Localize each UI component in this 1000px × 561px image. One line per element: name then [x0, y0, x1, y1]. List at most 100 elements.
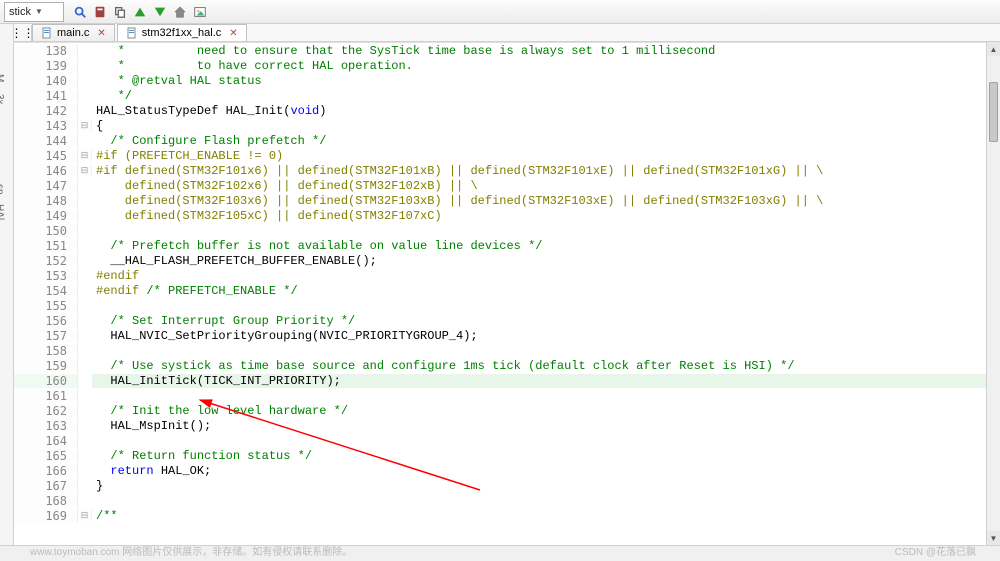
line-number: 161 [14, 389, 78, 403]
fold-marker[interactable]: ⊟ [78, 150, 92, 161]
toolbar: stick ▼ [0, 0, 1000, 24]
line-number: 152 [14, 254, 78, 268]
side-label-1: 3x [0, 94, 5, 105]
line-number: 163 [14, 419, 78, 433]
tab-main-c[interactable]: main.c ✕ [32, 24, 115, 41]
search-value: stick [9, 6, 31, 18]
code-line[interactable]: 151 /* Prefetch buffer is not available … [14, 238, 986, 253]
line-number: 138 [14, 44, 78, 58]
close-icon[interactable]: ✕ [97, 28, 105, 39]
code-line[interactable]: 165 /* Return function status */ [14, 448, 986, 463]
vertical-scrollbar[interactable]: ▲ ▼ [986, 42, 1000, 545]
code-line[interactable]: 146⊟#if defined(STM32F101x6) || defined(… [14, 163, 986, 178]
code-text: return HAL_OK; [92, 464, 986, 478]
code-text: #endif [92, 269, 986, 283]
code-text: /* Set Interrupt Group Priority */ [92, 314, 986, 328]
code-line[interactable]: 141 */ [14, 88, 986, 103]
watermark-text: www.toymoban.com 网络图片仅供展示，非存储。如有侵权请联系删除。 [30, 543, 352, 558]
code-text: HAL_StatusTypeDef HAL_Init(void) [92, 104, 986, 118]
copy-icon[interactable] [111, 3, 129, 21]
line-number: 162 [14, 404, 78, 418]
code-line[interactable]: 166 return HAL_OK; [14, 463, 986, 478]
code-line[interactable]: 157 HAL_NVIC_SetPriorityGrouping(NVIC_PR… [14, 328, 986, 343]
code-text: /* Prefetch buffer is not available on v… [92, 239, 986, 253]
side-label-0: M [0, 74, 5, 82]
chevron-down-icon: ▼ [35, 7, 43, 16]
code-editor[interactable]: 138 * need to ensure that the SysTick ti… [14, 42, 986, 545]
code-line[interactable]: 158 [14, 343, 986, 358]
code-line[interactable]: 145⊟#if (PREFETCH_ENABLE != 0) [14, 148, 986, 163]
code-line[interactable]: 138 * need to ensure that the SysTick ti… [14, 43, 986, 58]
code-line[interactable]: 164 [14, 433, 986, 448]
picture-icon[interactable] [191, 3, 209, 21]
code-line[interactable]: 149 defined(STM32F105xC) || defined(STM3… [14, 208, 986, 223]
line-number: 169 [14, 509, 78, 523]
code-line[interactable]: 153 #endif [14, 268, 986, 283]
code-text: defined(STM32F105xC) || defined(STM32F10… [92, 209, 986, 223]
line-number: 147 [14, 179, 78, 193]
line-number: 168 [14, 494, 78, 508]
file-tabs: ⋮⋮ main.c✕stm32f1xx_hal.c✕ [14, 24, 1000, 42]
prev-diff-icon[interactable] [131, 3, 149, 21]
code-line[interactable]: 156 /* Set Interrupt Group Priority */ [14, 313, 986, 328]
code-line[interactable]: 147 defined(STM32F102x6) || defined(STM3… [14, 178, 986, 193]
code-text: /* Configure Flash prefetch */ [92, 134, 986, 148]
code-text: } [92, 479, 986, 493]
line-number: 144 [14, 134, 78, 148]
close-icon[interactable]: ✕ [229, 28, 237, 39]
code-line[interactable]: 163 HAL_MspInit(); [14, 418, 986, 433]
code-line[interactable]: 152 __HAL_FLASH_PREFETCH_BUFFER_ENABLE()… [14, 253, 986, 268]
fold-marker[interactable]: ⊟ [78, 510, 92, 521]
code-line[interactable]: 169⊟/** [14, 508, 986, 523]
code-line[interactable]: 143⊟{ [14, 118, 986, 133]
code-text: __HAL_FLASH_PREFETCH_BUFFER_ENABLE(); [92, 254, 986, 268]
line-number: 146 [14, 164, 78, 178]
line-number: 159 [14, 359, 78, 373]
line-number: 165 [14, 449, 78, 463]
left-sidebar: M 3x sp HAl [0, 24, 14, 545]
code-line[interactable]: 142HAL_StatusTypeDef HAL_Init(void) [14, 103, 986, 118]
code-line[interactable]: 159 /* Use systick as time base source a… [14, 358, 986, 373]
code-line[interactable]: 155 [14, 298, 986, 313]
line-number: 164 [14, 434, 78, 448]
code-line[interactable]: 161 [14, 388, 986, 403]
fold-marker[interactable]: ⊟ [78, 165, 92, 176]
code-line[interactable]: 167} [14, 478, 986, 493]
home-icon[interactable] [171, 3, 189, 21]
code-line[interactable]: 162 /* Init the low level hardware */ [14, 403, 986, 418]
side-label-3: HAl [0, 204, 5, 220]
code-line[interactable]: 139 * to have correct HAL operation. [14, 58, 986, 73]
tab-stm32f1xx_hal-c[interactable]: stm32f1xx_hal.c✕ [117, 24, 247, 41]
line-number: 167 [14, 479, 78, 493]
code-line[interactable]: 144 /* Configure Flash prefetch */ [14, 133, 986, 148]
search-combo[interactable]: stick ▼ [4, 2, 64, 22]
tab-label: main.c [57, 27, 89, 39]
credit-text: CSDN @花落已飘 [895, 543, 976, 558]
code-text: * to have correct HAL operation. [92, 59, 986, 73]
line-number: 160 [14, 374, 78, 388]
line-number: 143 [14, 119, 78, 133]
code-line[interactable]: 168 [14, 493, 986, 508]
code-line[interactable]: 148 defined(STM32F103x6) || defined(STM3… [14, 193, 986, 208]
code-line[interactable]: 154#endif /* PREFETCH_ENABLE */ [14, 283, 986, 298]
next-diff-icon[interactable] [151, 3, 169, 21]
code-text: * @retval HAL status [92, 74, 986, 88]
code-text: /* Return function status */ [92, 449, 986, 463]
tabs-handle[interactable]: ⋮⋮ [14, 25, 32, 41]
scroll-up-arrow[interactable]: ▲ [987, 42, 1000, 56]
line-number: 153 [14, 269, 78, 283]
line-number: 155 [14, 299, 78, 313]
file-icon [126, 27, 138, 39]
code-text: #if defined(STM32F101x6) || defined(STM3… [92, 164, 986, 178]
code-line[interactable]: 140 * @retval HAL status [14, 73, 986, 88]
line-number: 154 [14, 284, 78, 298]
scroll-down-arrow[interactable]: ▼ [987, 531, 1000, 545]
find-icon[interactable] [71, 3, 89, 21]
bookmark-icon[interactable] [91, 3, 109, 21]
code-text: HAL_NVIC_SetPriorityGrouping(NVIC_PRIORI… [92, 329, 986, 343]
code-line[interactable]: 160 HAL_InitTick(TICK_INT_PRIORITY); [14, 373, 986, 388]
scroll-thumb[interactable] [989, 82, 998, 142]
code-text: /* Init the low level hardware */ [92, 404, 986, 418]
fold-marker[interactable]: ⊟ [78, 120, 92, 131]
code-line[interactable]: 150 [14, 223, 986, 238]
